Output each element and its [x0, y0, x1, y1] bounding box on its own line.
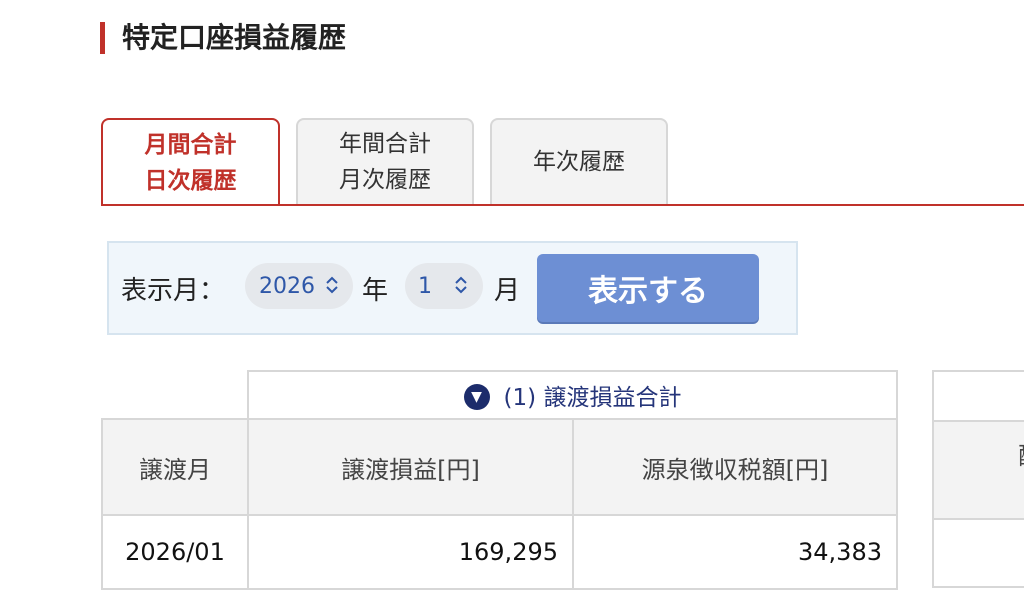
column-header-transfer-month: 譲渡月 — [101, 418, 249, 516]
show-button[interactable]: 表示する — [537, 254, 759, 322]
chevron-up-down-icon — [454, 276, 468, 297]
title-accent-bar — [100, 22, 105, 54]
chevron-up-down-icon — [325, 276, 339, 297]
tab-label-line2: 日次履歴 — [144, 168, 237, 194]
display-month-label: 表示月： — [121, 276, 226, 306]
side-group-header — [934, 372, 1024, 422]
side-column-header: 配 — [934, 422, 1024, 520]
table-corner-blank — [102, 371, 248, 419]
column-header-withholding-tax: 源泉徴収税額[円] — [572, 418, 898, 516]
display-month-filter: 表示月： 2026 年 1 月 表示する — [107, 241, 798, 335]
tab-monthly-total-daily-history[interactable]: 月間合計 日次履歴 — [101, 118, 280, 206]
tab-yearly-total-monthly-history[interactable]: 年間合計 月次履歴 — [296, 118, 474, 204]
cell-transfer-month: 2026/01 — [101, 514, 249, 590]
group-header-title: (1) 譲渡損益合計 — [503, 385, 682, 411]
month-unit-label: 月 — [494, 276, 521, 306]
triangle-down-circle-icon: ▼ — [463, 383, 490, 410]
side-column-header-label: 配 — [1018, 436, 1024, 471]
year-unit-label: 年 — [362, 276, 389, 306]
tab-label-line2: 月次履歴 — [339, 167, 431, 193]
cell-withholding-tax: 34,383 — [572, 514, 898, 590]
tab-yearly-history[interactable]: 年次履歴 — [490, 118, 668, 204]
month-select-value: 1 — [418, 273, 432, 299]
table-row: 2026/01 169,295 34,383 — [101, 514, 898, 590]
dividend-table-partial: 配 — [932, 370, 1024, 588]
tab-label-line1: 年間合計 — [339, 131, 431, 157]
year-select-value: 2026 — [259, 273, 315, 299]
cell-transfer-profit: 169,295 — [247, 514, 574, 590]
month-select[interactable]: 1 — [405, 263, 483, 309]
tab-label: 年次履歴 — [533, 149, 625, 175]
tab-underline — [102, 204, 1024, 206]
transfer-profit-table: ▼ (1) 譲渡損益合計 譲渡月 譲渡損益[円] 源泉徴収税額[円] 2026/0… — [101, 370, 898, 590]
page-title: 特定口座損益履歴 — [122, 21, 347, 54]
column-header-transfer-profit: 譲渡損益[円] — [247, 418, 574, 516]
tab-label-line1: 月間合計 — [144, 132, 237, 158]
group-header-transfer-profit-total[interactable]: ▼ (1) 譲渡損益合計 — [247, 370, 898, 420]
year-select[interactable]: 2026 — [245, 263, 353, 309]
